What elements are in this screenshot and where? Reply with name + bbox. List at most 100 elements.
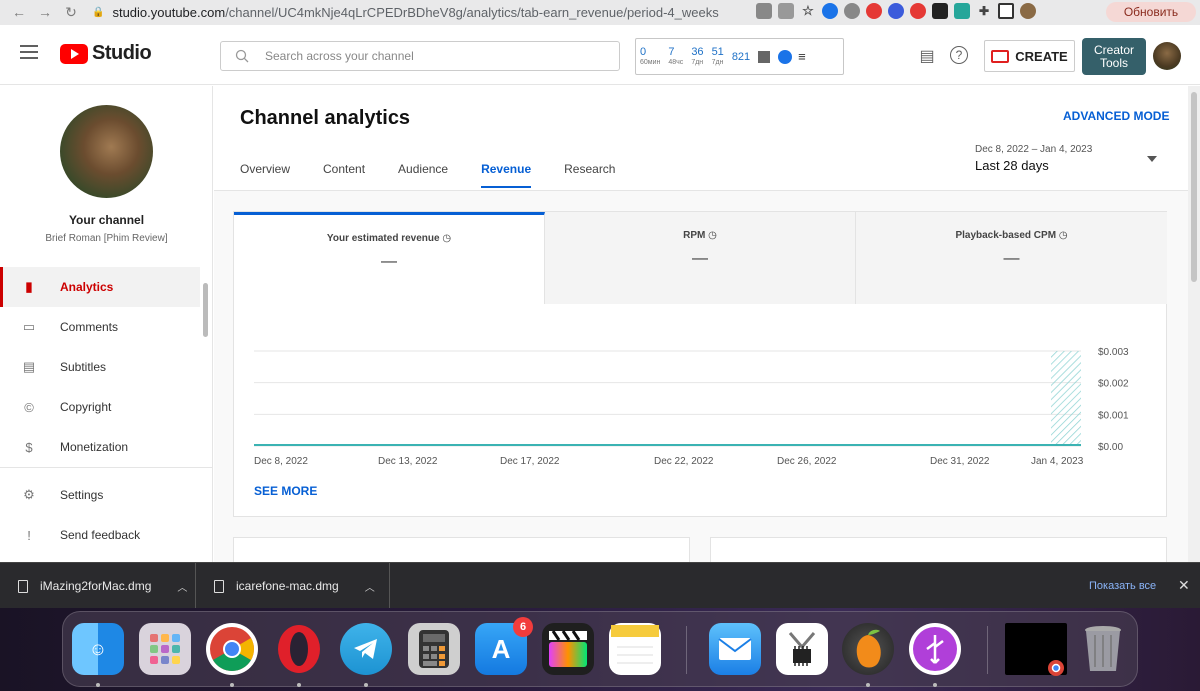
sidebar-item-analytics[interactable]: ▮ Analytics [0, 267, 200, 307]
update-button[interactable]: Обновить [1106, 2, 1196, 22]
search-input[interactable] [265, 49, 585, 63]
sidepanel-icon[interactable] [998, 3, 1014, 19]
minimized-window[interactable] [1005, 623, 1067, 676]
sidebar-item-copyright[interactable]: © Copyright [0, 387, 200, 427]
address-bar[interactable]: 🔒 studio.youtube.com/channel/UC4mkNje4qL… [92, 2, 754, 22]
tab-audience[interactable]: Audience [398, 162, 448, 188]
extension-red-icon[interactable] [866, 3, 882, 19]
app-store-icon[interactable]: A 6 [475, 617, 533, 675]
metric-estimated-revenue[interactable]: Your estimated revenue ◷ — [234, 212, 545, 304]
sidebar-scrollbar[interactable] [203, 283, 208, 337]
tab-research[interactable]: Research [564, 162, 615, 188]
sidebar-item-monetization[interactable]: $ Monetization [0, 427, 200, 467]
lower-card-right [710, 537, 1167, 562]
show-all-downloads[interactable]: Показать все [1089, 580, 1156, 592]
calculator-icon[interactable] [408, 623, 460, 675]
stat-5: 821 [731, 50, 751, 63]
advanced-mode-link[interactable]: ADVANCED MODE [1063, 109, 1169, 123]
extensions-puzzle-icon[interactable]: ✚ [976, 3, 992, 19]
chevron-down-icon[interactable] [1147, 156, 1157, 162]
browser-toolbar: ← → ↻ 🔒 studio.youtube.com/channel/UC4mk… [0, 0, 1200, 25]
x-tick-label: Dec 13, 2022 [378, 456, 438, 467]
extension-shield-icon[interactable] [910, 3, 926, 19]
final-cut-icon[interactable] [542, 623, 594, 675]
see-more-link[interactable]: SEE MORE [254, 484, 317, 498]
desktop-background: ☺ A 6 [0, 608, 1200, 691]
fl-studio-icon[interactable] [842, 623, 894, 675]
bookmark-star-icon[interactable]: ☆ [800, 3, 816, 19]
extension-logo-icon[interactable] [778, 49, 793, 64]
youtube-play-icon [60, 43, 88, 64]
mail-icon[interactable] [709, 623, 761, 675]
tab-content[interactable]: Content [323, 162, 365, 188]
chevron-up-icon[interactable]: ︿ [365, 579, 375, 594]
extension-blue-icon[interactable] [822, 3, 838, 19]
translate-icon[interactable] [756, 3, 772, 19]
page-scrollbar[interactable] [1188, 86, 1200, 562]
fruit-icon [856, 629, 881, 668]
back-icon[interactable]: ← [8, 1, 30, 23]
metric-playback-cpm[interactable]: Playback-based CPM ◷ — [856, 212, 1167, 304]
finder-icon[interactable]: ☺ [72, 623, 124, 675]
create-button[interactable]: CREATE [984, 40, 1075, 72]
launchpad-icon[interactable] [139, 623, 191, 675]
downloads-bar: iMazing2forMac.dmg ︿ icarefone-mac.dmg ︿… [0, 562, 1200, 609]
chevron-up-icon[interactable]: ︿ [177, 579, 187, 594]
trash-icon[interactable] [1077, 623, 1129, 675]
extension-m-icon[interactable] [932, 3, 948, 19]
download-item[interactable]: iMazing2forMac.dmg ︿ [18, 563, 196, 609]
system-info-icon[interactable] [776, 623, 828, 675]
studio-header: Studio 060мин 748чс 367дн 517дн 821 ≡ ▤ … [0, 25, 1200, 85]
date-range-picker[interactable]: Dec 8, 2022 – Jan 4, 2023 Last 28 days [975, 144, 1092, 173]
your-channel-label: Your channel [68, 213, 145, 227]
opera-icon[interactable] [273, 623, 325, 675]
account-avatar[interactable] [1153, 42, 1181, 70]
extensions: ☆ ✚ [756, 3, 1036, 19]
sidebar-item-send-feedback[interactable]: ! Send feedback [0, 515, 200, 555]
page-title: Channel analytics [240, 107, 411, 129]
analytics-icon: ▮ [25, 279, 33, 294]
metric-value: — [692, 250, 708, 267]
feedback-icon: ! [27, 527, 31, 543]
sidebar-divider [0, 467, 213, 468]
notes-icon[interactable] [609, 623, 661, 675]
chart-mini-icon[interactable] [758, 50, 771, 63]
close-icon[interactable]: ✕ [1178, 577, 1190, 594]
reload-icon[interactable]: ↻ [60, 1, 82, 23]
date-range-period: Last 28 days [975, 158, 1049, 173]
monetization-icon: $ [25, 439, 33, 455]
help-icon[interactable]: ? [950, 46, 968, 64]
sidebar-item-subtitles[interactable]: ▤ Subtitles [0, 347, 200, 387]
share-icon[interactable] [778, 3, 794, 19]
x-tick-label: Dec 26, 2022 [777, 456, 837, 467]
scroll-thumb[interactable] [1191, 92, 1197, 282]
tab-revenue[interactable]: Revenue [481, 162, 532, 188]
tab-overview[interactable]: Overview [240, 162, 290, 188]
running-indicator [866, 683, 870, 687]
telegram-icon[interactable] [340, 623, 392, 675]
channel-avatar[interactable] [60, 105, 153, 198]
x-tick-label: Dec 8, 2022 [254, 456, 308, 467]
metric-label: RPM [683, 230, 706, 241]
dock-separator [686, 626, 687, 674]
sidebar-item-comments[interactable]: ▭ Comments [0, 307, 200, 347]
messages-icon[interactable]: ▤ [917, 46, 937, 66]
extension-gray-icon[interactable] [844, 3, 860, 19]
metric-rpm[interactable]: RPM ◷ — [545, 212, 856, 304]
menu-icon[interactable] [20, 45, 38, 59]
extension-teal-icon[interactable] [954, 3, 970, 19]
forward-icon[interactable]: → [34, 1, 56, 23]
chrome-icon[interactable] [206, 623, 258, 675]
download-item[interactable]: icarefone-mac.dmg ︿ [214, 563, 390, 609]
chip-caliper-icon [788, 632, 816, 666]
list-icon[interactable]: ≡ [798, 49, 806, 64]
imazing-icon[interactable] [909, 623, 961, 675]
studio-logo[interactable]: Studio [60, 42, 152, 65]
creator-tools-button[interactable]: Creator Tools [1082, 38, 1146, 75]
sidebar-item-settings[interactable]: ⚙ Settings [0, 475, 200, 515]
search-box[interactable] [220, 41, 620, 71]
notes-lines-icon [611, 625, 659, 664]
profile-avatar-icon[interactable] [1020, 3, 1036, 19]
extension-c-icon[interactable] [888, 3, 904, 19]
sidebar-item-label: Settings [60, 488, 104, 502]
